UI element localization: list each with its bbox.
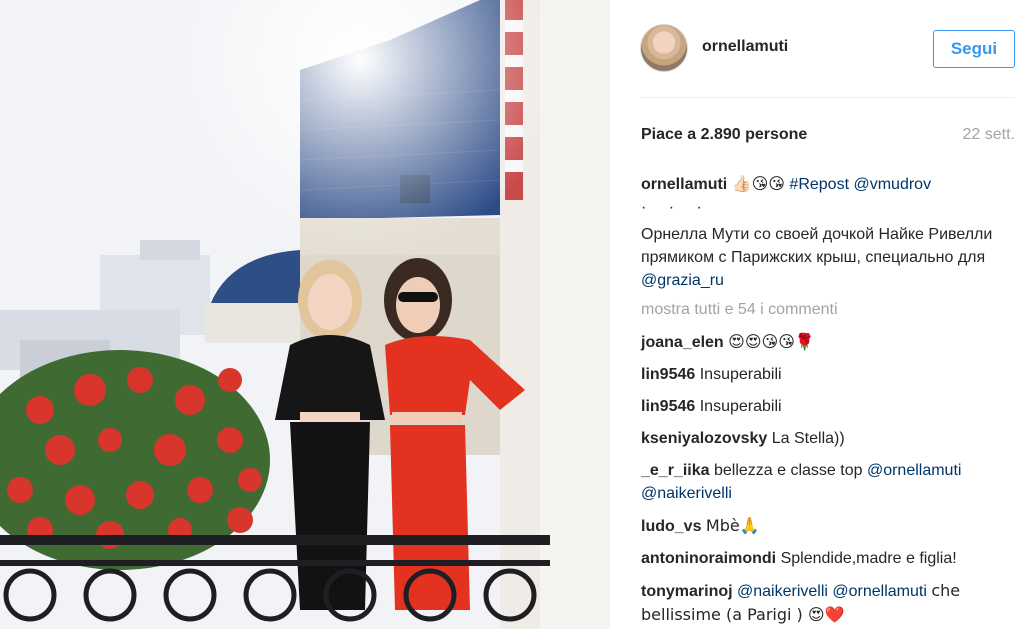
comment-text: Insuperabili xyxy=(699,366,782,383)
follow-button[interactable]: Segui xyxy=(933,30,1015,68)
caption-body-mention[interactable]: @grazia_ru xyxy=(641,272,724,289)
comment-username[interactable]: _e_r_iika xyxy=(641,462,710,479)
header-username[interactable]: ornellamuti xyxy=(702,38,788,56)
caption-username[interactable]: ornellamuti xyxy=(641,176,727,193)
caption: ornellamuti 👍🏻😘😘 #Repost @vmudrov · · · … xyxy=(641,172,1021,292)
comment-username[interactable]: lin9546 xyxy=(641,366,695,383)
show-all-comments-link[interactable]: mostra tutti e 54 i commenti xyxy=(641,298,1021,321)
comment-item: kseniyalozovsky La Stella)) xyxy=(641,427,1021,450)
comment-mentions[interactable]: @naikerivelli @ornellamuti xyxy=(737,583,927,600)
post-timestamp[interactable]: 22 sett. xyxy=(963,126,1015,144)
comment-item: _e_r_iika bellezza e classe top @ornella… xyxy=(641,459,1021,505)
profile-avatar[interactable] xyxy=(640,24,688,72)
likes-row: Piace a 2.890 persone 22 sett. xyxy=(640,122,1015,148)
comment-text: Mbè🙏 xyxy=(705,516,760,535)
caption-text: Орнелла Мути со своей дочкой Найке Ривел… xyxy=(641,226,993,266)
comment-text: Splendide,madre e figlia! xyxy=(780,550,957,567)
likes-count[interactable]: Piace a 2.890 persone xyxy=(641,126,807,144)
comment-username[interactable]: kseniyalozovsky xyxy=(641,430,767,447)
comment-username[interactable]: tonymarinoj xyxy=(641,583,733,600)
comment-username[interactable]: lin9546 xyxy=(641,398,695,415)
post-photo-illustration xyxy=(0,0,610,629)
post-header: ornellamuti Segui xyxy=(640,22,1015,98)
comment-item: tonymarinoj @naikerivelli @ornellamuti c… xyxy=(641,579,1021,627)
comment-username[interactable]: joana_elen xyxy=(641,334,724,351)
comment-item: lin9546 Insuperabili xyxy=(641,363,1021,386)
comment-item: antoninoraimondi Splendide,madre e figli… xyxy=(641,547,1021,570)
post-photo[interactable] xyxy=(0,0,610,629)
caption-body: Орнелла Мути со своей дочкой Найке Ривел… xyxy=(641,223,1021,292)
post-details-panel: ornellamuti Segui Piace a 2.890 persone … xyxy=(612,0,1030,629)
caption-mention[interactable]: @vmudrov xyxy=(853,176,931,193)
comments-list: ornellamuti 👍🏻😘😘 #Repost @vmudrov · · · … xyxy=(641,172,1021,629)
caption-emojis: 👍🏻😘😘 xyxy=(731,174,785,193)
comment-text: 😍😍😘😘🌹 xyxy=(728,332,815,351)
comment-text: La Stella)) xyxy=(771,430,845,447)
comment-username[interactable]: ludo_vs xyxy=(641,518,701,535)
comment-item: ludo_vs Mbè🙏 xyxy=(641,514,1021,538)
comment-item: lin9546 Insuperabili xyxy=(641,395,1021,418)
comment-text: bellezza e classe top xyxy=(713,462,863,479)
comment-text: Insuperabili xyxy=(699,398,782,415)
caption-hashtag[interactable]: #Repost xyxy=(789,176,849,193)
comment-item: joana_elen 😍😍😘😘🌹 xyxy=(641,330,1021,354)
comment-username[interactable]: antoninoraimondi xyxy=(641,550,776,567)
caption-dots: · · · xyxy=(641,199,711,216)
